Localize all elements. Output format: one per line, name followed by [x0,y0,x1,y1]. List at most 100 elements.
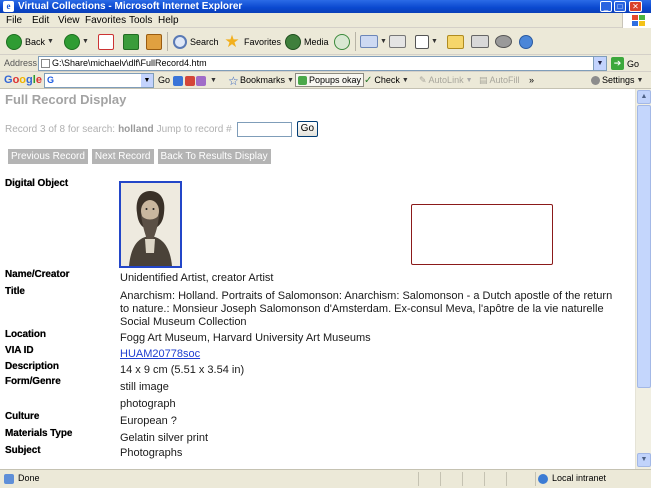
record-search-line: Record 3 of 8 for search: holland Jump t… [5,121,319,137]
description-label: Description [5,361,59,372]
spellcheck-dropdown-icon[interactable]: ▼ [402,72,409,89]
windows-logo-icon [622,13,651,28]
status-done: Done [4,470,40,487]
print-button[interactable] [389,31,406,52]
home-button[interactable] [146,31,162,52]
more-button[interactable]: » [529,72,534,89]
scrollbar-thumb[interactable] [637,105,651,388]
address-label: Address [4,58,38,68]
history-button[interactable] [334,31,350,52]
edit-document-icon [415,34,429,49]
menu-favorites[interactable]: Favorites [85,13,126,28]
close-button[interactable]: ✕ [629,1,642,12]
edit-button[interactable]: ▼ [415,31,438,52]
via-id-link[interactable]: HUAM20778soc [120,348,200,360]
mail-button[interactable]: ▼ [360,31,387,52]
google-pagerank-button[interactable]: ▼ [196,72,217,89]
google-logo[interactable]: Google [4,73,42,88]
bookmarks-star-icon: ☆ [228,73,239,88]
location-label: Location [5,329,46,340]
title-value-line-3: Social Museum Collection [120,316,247,328]
standard-toolbar: Back ▼ ▼ Search ★ Favorites Media ▼ ▼ [0,28,651,55]
media-button[interactable]: Media [285,31,329,52]
go-arrow-icon: ➔ [611,57,624,70]
favorites-button[interactable]: ★ Favorites [223,31,281,52]
back-button[interactable]: Back ▼ [6,31,54,52]
next-record-button[interactable]: Next Record [91,149,154,164]
back-dropdown-icon[interactable]: ▼ [47,38,54,45]
mail-dropdown-icon[interactable]: ▼ [380,38,387,45]
favorites-star-icon: ★ [224,31,240,51]
google-options-icon [185,75,196,86]
record-navigation: Previous Record Next Record Back To Resu… [8,149,275,164]
discuss-button[interactable] [447,31,464,52]
via-id-label: VIA ID [5,345,34,356]
autofill-button[interactable]: ▤ AutoFill [479,72,520,89]
menu-edit[interactable]: Edit [32,13,49,28]
google-go-button[interactable]: Go [158,72,197,89]
name-creator-label: Name/Creator [5,269,70,280]
previous-record-button[interactable]: Previous Record [8,149,88,164]
search-button[interactable]: Search [173,31,219,52]
bookmarks-dropdown-icon[interactable]: ▼ [287,72,294,89]
forward-dropdown-icon[interactable]: ▼ [82,38,89,45]
forward-button[interactable]: ▼ [64,31,89,52]
jump-go-button[interactable]: Go [296,121,319,137]
ie-icon: e [3,1,14,12]
stop-button[interactable] [98,31,114,52]
menu-file[interactable]: File [6,13,22,28]
vertical-scrollbar[interactable]: ▲ ▼ [635,89,651,469]
autolink-button[interactable]: ✎ AutoLink ▼ [419,72,473,89]
address-dropdown-icon[interactable]: ▼ [593,57,606,70]
record-position: Record 3 of 8 for search: [5,123,116,135]
culture-value: European ? [120,415,177,427]
jump-label: Jump to record # [156,123,232,135]
scroll-up-icon[interactable]: ▲ [637,90,651,104]
refresh-icon [123,33,139,50]
title-value-line-2: to nature.: Monsieur Joseph Salomonson d… [120,303,604,315]
folder-icon [447,34,464,49]
scroll-down-icon[interactable]: ▼ [637,453,651,467]
back-arrow-icon [6,33,22,50]
digital-object-thumbnail[interactable] [119,181,182,268]
popup-blocker-button[interactable]: Popups okay [295,73,365,87]
location-value: Fogg Art Museum, Harvard University Art … [120,332,371,344]
research-button[interactable] [471,31,489,52]
via-id-value: HUAM20778soc [120,348,200,361]
settings-button[interactable]: Settings ▼ [591,72,643,89]
research-icon [471,35,489,48]
menu-tools[interactable]: Tools [129,13,152,28]
search-term: holland [118,123,154,135]
refresh-button[interactable] [123,31,139,52]
google-search-input[interactable]: G ▼ [44,73,154,88]
users-button[interactable] [519,31,533,52]
edit-dropdown-icon[interactable]: ▼ [431,38,438,45]
back-to-results-button[interactable]: Back To Results Display [157,149,271,164]
page-title: Full Record Display [5,92,127,107]
users-icon [519,34,533,49]
menu-view[interactable]: View [58,13,80,28]
maximize-button[interactable]: □ [614,1,626,12]
messenger-button[interactable] [495,31,512,52]
menu-help[interactable]: Help [158,13,179,28]
home-icon [146,33,162,50]
subject-label: Subject [5,445,41,456]
subject-value: Photographs [120,447,183,459]
autofill-icon: ▤ [479,75,488,85]
spellcheck-button[interactable]: ✓ Check ▼ [364,72,409,89]
materials-type-value: Gelatin silver print [120,432,209,444]
bookmarks-button[interactable]: ☆ Bookmarks ▼ [228,72,294,89]
autolink-dropdown-icon[interactable]: ▼ [466,72,473,89]
address-go-button[interactable]: ➔ Go [611,56,639,71]
minimize-button[interactable]: _ [600,1,612,12]
address-input[interactable]: G:\Share\michaelv\dlf\FullRecord4.htm ▼ [38,56,607,71]
page-content: Full Record Display Record 3 of 8 for se… [0,89,635,469]
culture-label: Culture [5,411,40,422]
pagerank-dropdown-icon[interactable]: ▼ [210,72,217,89]
name-creator-value: Unidentified Artist, creator Artist [120,272,274,284]
address-bar: Address G:\Share\michaelv\dlf\FullRecord… [0,55,651,72]
google-search-dropdown-icon[interactable]: ▼ [141,74,153,87]
image-placeholder-frame [411,204,553,265]
jump-record-input[interactable] [236,121,292,137]
settings-dropdown-icon[interactable]: ▼ [637,72,644,89]
